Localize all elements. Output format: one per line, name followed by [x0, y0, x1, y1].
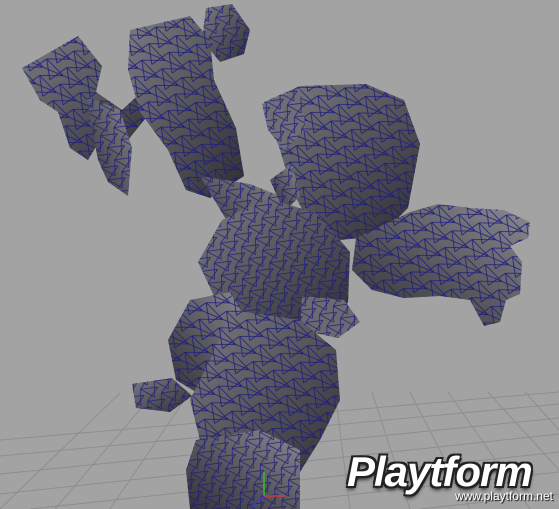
character-mesh[interactable] — [22, 4, 530, 509]
viewport-canvas[interactable] — [0, 0, 559, 509]
3d-viewport[interactable]: Playtform www.playtform.net — [0, 0, 559, 509]
watermark-url: www.playtform.net — [454, 489, 553, 503]
watermark-logo: Playtform — [347, 448, 533, 495]
playtform-watermark: Playtform www.playtform.net — [347, 448, 555, 504]
